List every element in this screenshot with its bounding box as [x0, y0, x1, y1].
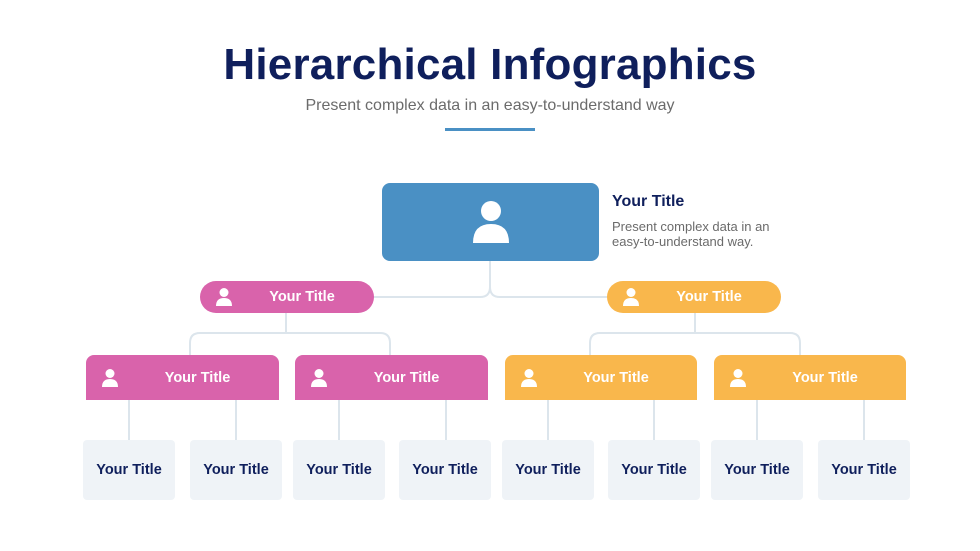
level3-node[interactable]: Your Title: [295, 355, 488, 400]
root-title: Your Title: [612, 193, 685, 210]
root-description: Present complex data in an easy-to-under…: [612, 219, 770, 249]
user-icon: [216, 288, 232, 306]
root-node[interactable]: [382, 183, 599, 261]
user-icon: [623, 288, 639, 306]
leaf-node[interactable]: Your Title: [502, 440, 594, 500]
leaf-node[interactable]: Your Title: [190, 440, 282, 500]
connector-l3-4: [756, 400, 865, 440]
user-icon: [102, 368, 118, 387]
leaf-node[interactable]: Your Title: [399, 440, 491, 500]
page-title: Hierarchical Infographics: [223, 40, 757, 89]
connector-pink-pill: [189, 312, 391, 355]
connector-root-right: [489, 286, 607, 298]
connector-orange-pill: [589, 312, 801, 355]
connector-l3-1: [128, 400, 237, 440]
title-underline: [445, 128, 535, 131]
level2-node-pink[interactable]: Your Title: [200, 281, 374, 313]
leaf-node[interactable]: Your Title: [711, 440, 803, 500]
leaf-node[interactable]: Your Title: [818, 440, 910, 500]
user-icon: [311, 368, 327, 387]
user-icon: [472, 201, 509, 243]
leaf-node[interactable]: Your Title: [293, 440, 385, 500]
level3-node[interactable]: Your Title: [714, 355, 906, 400]
level3-label: Your Title: [792, 369, 858, 386]
level2-label: Your Title: [676, 289, 742, 305]
level3-label: Your Title: [583, 369, 649, 386]
connector-root: [373, 261, 491, 298]
connector-l3-3: [547, 400, 655, 440]
level2-label: Your Title: [269, 289, 335, 305]
leaf-node[interactable]: Your Title: [83, 440, 175, 500]
user-icon: [521, 368, 537, 387]
level3-label: Your Title: [164, 369, 231, 386]
level3-label: Your Title: [373, 369, 440, 386]
leaf-node[interactable]: Your Title: [608, 440, 700, 500]
level3-node[interactable]: Your Title: [86, 355, 279, 400]
level3-node[interactable]: Your Title: [505, 355, 697, 400]
user-icon: [730, 368, 746, 387]
connector-l3-2: [338, 400, 447, 440]
level2-node-orange[interactable]: Your Title: [607, 281, 781, 313]
page-subtitle: Present complex data in an easy-to-under…: [305, 97, 675, 114]
